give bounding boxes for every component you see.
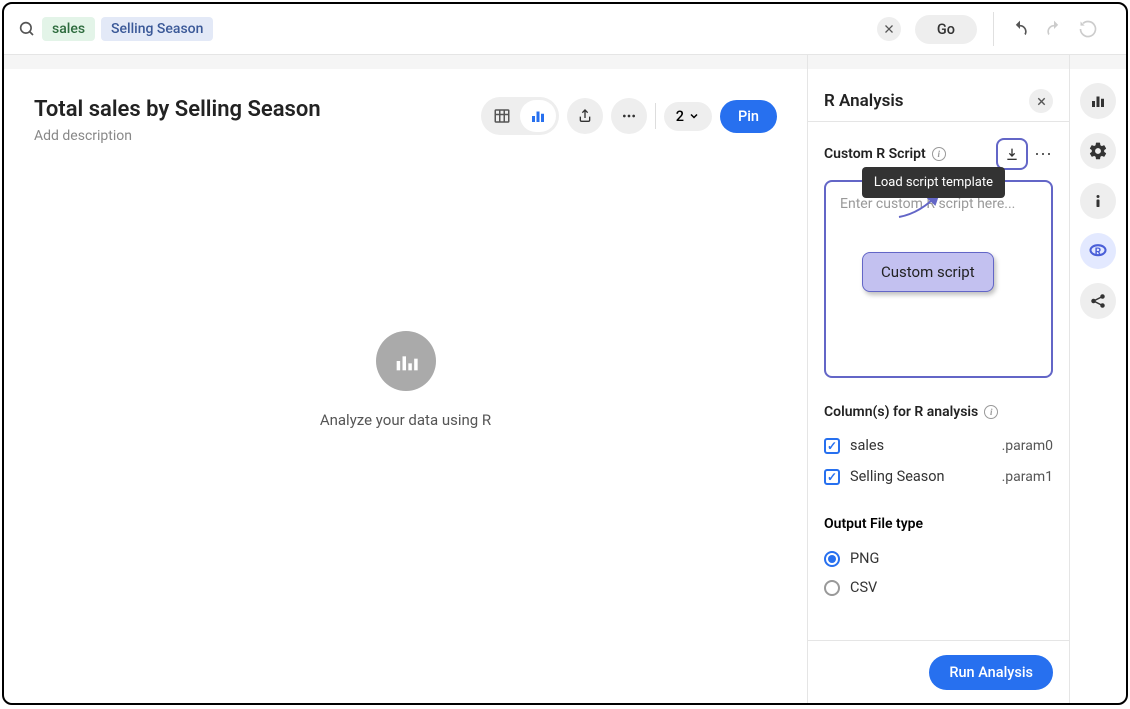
search-tag-season[interactable]: Selling Season xyxy=(101,17,213,41)
rail-info-button[interactable] xyxy=(1080,183,1116,219)
right-rail: R xyxy=(1070,55,1126,704)
column-param: .param0 xyxy=(1002,438,1053,454)
load-script-tooltip: Load script template xyxy=(862,167,1005,198)
divider xyxy=(993,12,994,46)
svg-text:R: R xyxy=(1095,247,1102,258)
search-icon xyxy=(18,20,36,38)
rail-settings-button[interactable] xyxy=(1080,133,1116,169)
empty-state: Analyze your data using R xyxy=(34,84,777,676)
rail-chart-button[interactable] xyxy=(1080,83,1116,119)
search-bar: sales Selling Season Go xyxy=(4,4,1126,55)
panel-title: R Analysis xyxy=(824,91,904,111)
empty-state-icon xyxy=(376,331,436,391)
column-row[interactable]: sales .param0 xyxy=(824,430,1053,461)
script-input[interactable]: Enter custom R script here... Custom scr… xyxy=(824,180,1053,378)
content-area: Total sales by Selling Season Add descri… xyxy=(4,55,808,704)
column-param: .param1 xyxy=(1002,469,1053,485)
r-analysis-panel: Load script template R Analysis xyxy=(808,55,1070,704)
custom-script-badge: Custom script xyxy=(862,252,994,292)
columns-section-label: Column(s) for R analysis i xyxy=(824,404,1053,420)
output-section-label: Output File type xyxy=(824,516,1053,532)
script-placeholder: Enter custom R script here... xyxy=(840,196,1037,212)
run-analysis-button[interactable]: Run Analysis xyxy=(929,655,1053,690)
rail-r-button[interactable]: R xyxy=(1080,233,1116,269)
search-tag-sales[interactable]: sales xyxy=(42,17,95,41)
column-name: Selling Season xyxy=(850,468,992,485)
column-checkbox[interactable] xyxy=(824,469,840,485)
reset-button[interactable] xyxy=(1078,19,1098,39)
column-name: sales xyxy=(850,437,992,454)
radio-label: CSV xyxy=(850,579,877,596)
close-panel-button[interactable] xyxy=(1029,89,1053,113)
rail-share-button[interactable] xyxy=(1080,283,1116,319)
output-option-csv[interactable]: CSV xyxy=(824,573,1053,602)
redo-button[interactable] xyxy=(1044,19,1064,39)
column-checkbox[interactable] xyxy=(824,438,840,454)
undo-button[interactable] xyxy=(1010,19,1030,39)
script-more-menu[interactable]: ⋯ xyxy=(1034,144,1053,165)
load-script-template-button[interactable] xyxy=(996,138,1028,170)
empty-state-text: Analyze your data using R xyxy=(320,411,491,429)
radio-button[interactable] xyxy=(824,551,840,567)
go-button[interactable]: Go xyxy=(915,15,977,44)
column-row[interactable]: Selling Season .param1 xyxy=(824,461,1053,492)
clear-search-button[interactable] xyxy=(877,17,901,41)
script-section-label: Custom R Script i xyxy=(824,146,946,162)
radio-button[interactable] xyxy=(824,580,840,596)
info-icon[interactable]: i xyxy=(932,147,946,161)
output-option-png[interactable]: PNG xyxy=(824,544,1053,573)
info-icon[interactable]: i xyxy=(984,405,998,419)
radio-label: PNG xyxy=(850,550,879,567)
